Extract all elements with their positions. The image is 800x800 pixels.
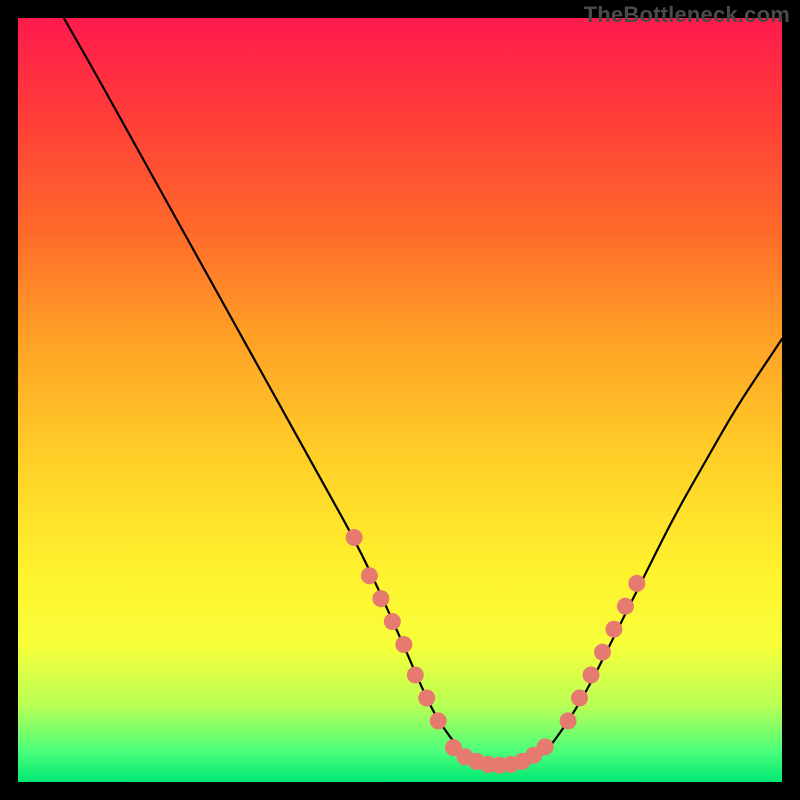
right-dots-dot — [594, 644, 611, 661]
bottleneck-curve — [64, 18, 782, 767]
left-dots-dot — [407, 667, 424, 684]
chart-frame: TheBottleneck.com — [0, 0, 800, 800]
right-dots-dot — [628, 575, 645, 592]
right-dots-dot — [605, 621, 622, 638]
right-dots-dot — [560, 712, 577, 729]
left-dots-dot — [418, 689, 435, 706]
right-dots-dot — [583, 667, 600, 684]
right-dots-dot — [617, 598, 634, 615]
watermark-text: TheBottleneck.com — [584, 2, 790, 28]
bottom-dots-dot — [537, 738, 554, 755]
left-dots-dot — [384, 613, 401, 630]
left-dots-dot — [346, 529, 363, 546]
curve-svg — [18, 18, 782, 782]
highlight-dots — [346, 529, 646, 774]
left-dots-dot — [395, 636, 412, 653]
left-dots-dot — [372, 590, 389, 607]
left-dots-dot — [430, 712, 447, 729]
plot-area — [18, 18, 782, 782]
right-dots-dot — [571, 689, 588, 706]
left-dots-dot — [361, 567, 378, 584]
